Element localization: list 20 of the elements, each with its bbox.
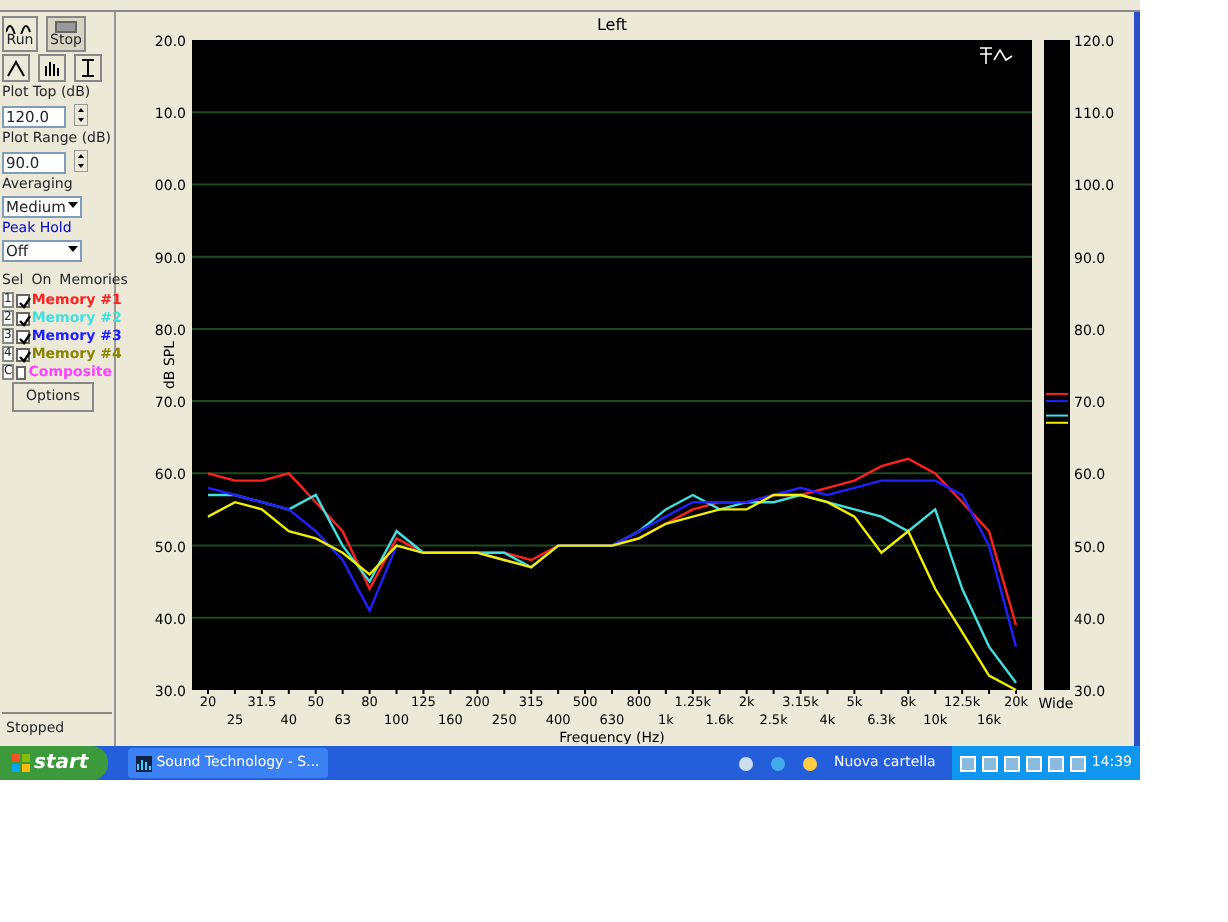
legend-icon	[979, 47, 1013, 65]
checkbox[interactable]	[15, 311, 30, 325]
checkbox[interactable]	[16, 365, 27, 379]
checkbox[interactable]	[15, 347, 30, 361]
peak-view-button[interactable]	[2, 54, 30, 82]
plot-range-spinner[interactable]	[74, 150, 88, 174]
bars-button[interactable]	[38, 54, 66, 82]
plot-top-spinner[interactable]	[74, 104, 88, 128]
peak-view-icon	[6, 58, 26, 78]
app-icon	[136, 755, 153, 771]
start-button[interactable]: start	[0, 746, 109, 780]
range-button[interactable]	[74, 54, 102, 82]
range-icon	[78, 58, 98, 78]
checkbox[interactable]	[15, 293, 30, 307]
checkbox[interactable]	[15, 329, 30, 343]
stop-icon	[53, 20, 78, 34]
windows-logo-icon	[12, 754, 30, 772]
chart-title: Left	[596, 16, 628, 34]
wave-icon	[6, 20, 34, 34]
bars-icon	[42, 58, 62, 78]
